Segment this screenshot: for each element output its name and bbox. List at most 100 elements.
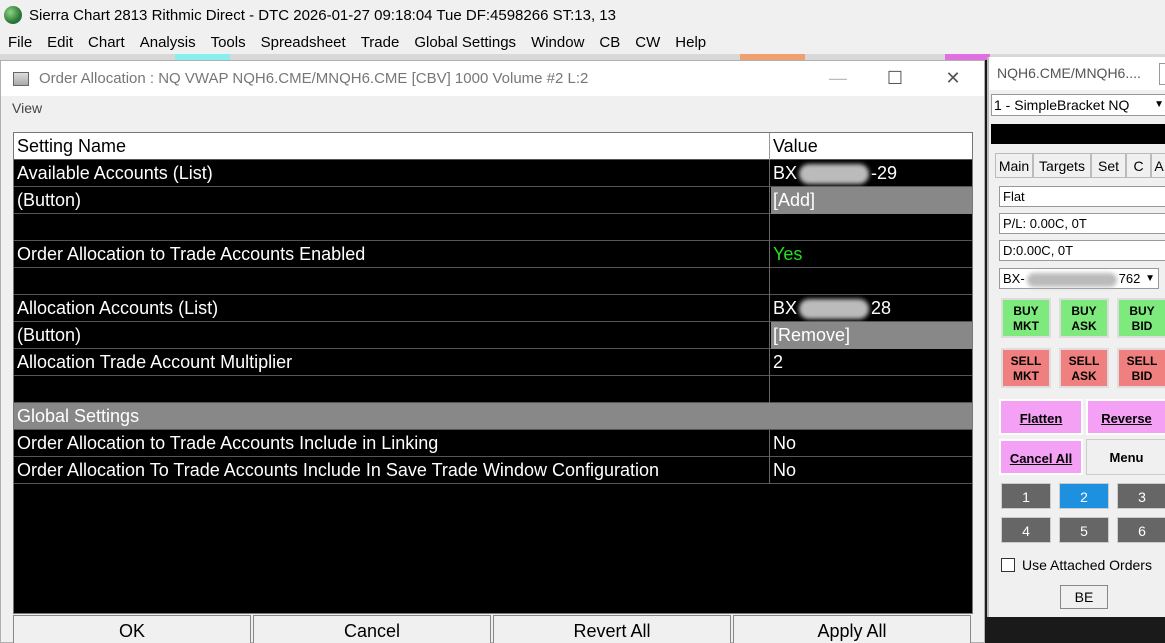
menu-window[interactable]: Window	[531, 34, 584, 51]
column-divider	[769, 457, 770, 484]
setting-name: Order Allocation to Trade Accounts Inclu…	[17, 433, 439, 453]
column-divider[interactable]	[769, 133, 770, 160]
buy-market-button[interactable]: BUY MKT	[1001, 298, 1051, 338]
grid-header: Setting Name Value	[14, 133, 972, 160]
table-row	[14, 376, 972, 403]
tab-targets[interactable]: Targets	[1033, 153, 1091, 178]
table-row[interactable]: Order Allocation To Trade Accounts Inclu…	[14, 457, 972, 484]
menu-bar: File Edit Chart Analysis Tools Spreadshe…	[0, 30, 1165, 54]
trade-panel-title: NQH6.CME/MNQH6....	[989, 57, 1165, 90]
strategy-select[interactable]: 1 - SimpleBracket NQ ▼	[991, 94, 1165, 116]
use-attached-checkbox[interactable]	[1001, 558, 1015, 572]
button-label: BUY BID	[1129, 304, 1155, 333]
tab-a[interactable]: A	[1151, 153, 1165, 178]
ok-button[interactable]: OK	[13, 615, 251, 643]
menu-tools[interactable]: Tools	[211, 34, 246, 51]
strategy-selected: 1 - SimpleBracket NQ	[994, 97, 1130, 113]
quantity-4-button[interactable]: 4	[1001, 517, 1051, 543]
multiplier-value[interactable]: 2	[771, 349, 972, 376]
minimize-button[interactable]: —	[823, 67, 853, 89]
menu-file[interactable]: File	[8, 34, 32, 51]
allocation-accounts-value[interactable]: BX 28	[771, 295, 972, 322]
account-suffix: 28	[871, 298, 892, 318]
sierra-globe-icon	[4, 6, 22, 24]
menu-cb[interactable]: CB	[599, 34, 620, 51]
table-row[interactable]: Allocation Accounts (List) BX 28	[14, 295, 972, 322]
column-divider	[769, 268, 770, 295]
buy-bid-button[interactable]: BUY BID	[1117, 298, 1165, 338]
flatten-button[interactable]: Flatten	[999, 399, 1083, 435]
include-save-config-value[interactable]: No	[771, 457, 972, 484]
breakeven-button[interactable]: BE	[1060, 585, 1108, 609]
trade-panel-symbol: NQH6.CME/MNQH6....	[997, 65, 1141, 81]
account-prefix: BX-	[1003, 271, 1025, 286]
trade-window-panel: NQH6.CME/MNQH6.... 1 - SimpleBracket NQ …	[987, 57, 1165, 617]
menu-analysis[interactable]: Analysis	[140, 34, 196, 51]
menu-cw[interactable]: CW	[635, 34, 660, 51]
sell-market-button[interactable]: SELL MKT	[1001, 348, 1051, 388]
table-row[interactable]: Order Allocation to Trade Accounts Enabl…	[14, 241, 972, 268]
column-divider	[769, 160, 770, 187]
sell-ask-button[interactable]: SELL ASK	[1059, 348, 1109, 388]
allocation-enabled-value[interactable]: Yes	[771, 241, 972, 268]
table-row[interactable]: Available Accounts (List) BX -29	[14, 160, 972, 187]
button-label: SELL BID	[1126, 354, 1158, 383]
view-menu[interactable]: View	[1, 96, 984, 120]
menu-spreadsheet[interactable]: Spreadsheet	[261, 34, 346, 51]
setting-name	[17, 268, 769, 295]
setting-name: Allocation Trade Account Multiplier	[17, 352, 293, 372]
include-linking-value[interactable]: No	[771, 430, 972, 457]
menu-edit[interactable]: Edit	[47, 34, 73, 51]
table-row[interactable]: (Button) [Add]	[14, 187, 972, 214]
account-select[interactable]: BX- 762 ▼	[999, 268, 1159, 289]
cancel-all-button[interactable]: Cancel All	[999, 439, 1083, 475]
quantity-6-button[interactable]: 6	[1117, 517, 1165, 543]
apply-all-button[interactable]: Apply All	[733, 615, 971, 643]
tab-c[interactable]: C	[1126, 153, 1151, 178]
table-row[interactable]: (Button) [Remove]	[14, 322, 972, 349]
table-row[interactable]: Allocation Trade Account Multiplier 2	[14, 349, 972, 376]
panel-toggle-box[interactable]	[1159, 63, 1165, 85]
cancel-button[interactable]: Cancel	[253, 615, 491, 643]
daily-pl-field: D:0.00C, 0T	[999, 240, 1165, 261]
reverse-button[interactable]: Reverse	[1086, 399, 1165, 435]
maximize-button[interactable]: ☐	[880, 67, 910, 89]
position-field: Flat	[999, 186, 1165, 207]
account-prefix: BX	[773, 163, 798, 183]
revert-all-button[interactable]: Revert All	[493, 615, 731, 643]
remove-account-button[interactable]: [Remove]	[771, 322, 972, 349]
setting-name: Available Accounts (List)	[17, 163, 213, 183]
setting-name: Allocation Accounts (List)	[17, 298, 219, 318]
close-button[interactable]: ✕	[938, 67, 968, 89]
account-suffix: -29	[871, 163, 898, 183]
dialog-title: Order Allocation : NQ VWAP NQH6.CME/MNQH…	[39, 70, 589, 87]
quantity-2-button[interactable]: 2	[1059, 483, 1109, 509]
price-bar	[991, 124, 1165, 144]
section-header-global-settings: Global Settings	[14, 403, 972, 430]
table-row[interactable]: Order Allocation to Trade Accounts Inclu…	[14, 430, 972, 457]
add-account-button[interactable]: [Add]	[771, 187, 972, 214]
app-title-bar: Sierra Chart 2813 Rithmic Direct - DTC 2…	[0, 0, 1165, 30]
sell-bid-button[interactable]: SELL BID	[1117, 348, 1165, 388]
setting-name	[17, 214, 769, 241]
use-attached-orders[interactable]: Use Attached Orders	[1001, 557, 1152, 573]
redacted-mark	[1026, 272, 1117, 287]
quantity-1-button[interactable]: 1	[1001, 483, 1051, 509]
quantity-5-button[interactable]: 5	[1059, 517, 1109, 543]
menu-global-settings[interactable]: Global Settings	[414, 34, 516, 51]
menu-help[interactable]: Help	[675, 34, 706, 51]
pl-field: P/L: 0.00C, 0T	[999, 213, 1165, 234]
available-accounts-value[interactable]: BX -29	[771, 160, 972, 187]
trade-panel-tabs: Main Targets Set C A	[995, 153, 1165, 178]
buy-ask-button[interactable]: BUY ASK	[1059, 298, 1109, 338]
window-icon	[13, 71, 29, 86]
menu-chart[interactable]: Chart	[88, 34, 125, 51]
settings-grid: Setting Name Value Available Accounts (L…	[13, 132, 973, 614]
tab-main[interactable]: Main	[995, 153, 1033, 178]
menu-button[interactable]: Menu	[1086, 439, 1165, 475]
dropdown-arrow-icon: ▼	[1154, 99, 1164, 110]
quantity-3-button[interactable]: 3	[1117, 483, 1165, 509]
tab-set[interactable]: Set	[1091, 153, 1126, 178]
dialog-button-row: OK Cancel Revert All Apply All	[13, 615, 973, 643]
menu-trade[interactable]: Trade	[361, 34, 400, 51]
